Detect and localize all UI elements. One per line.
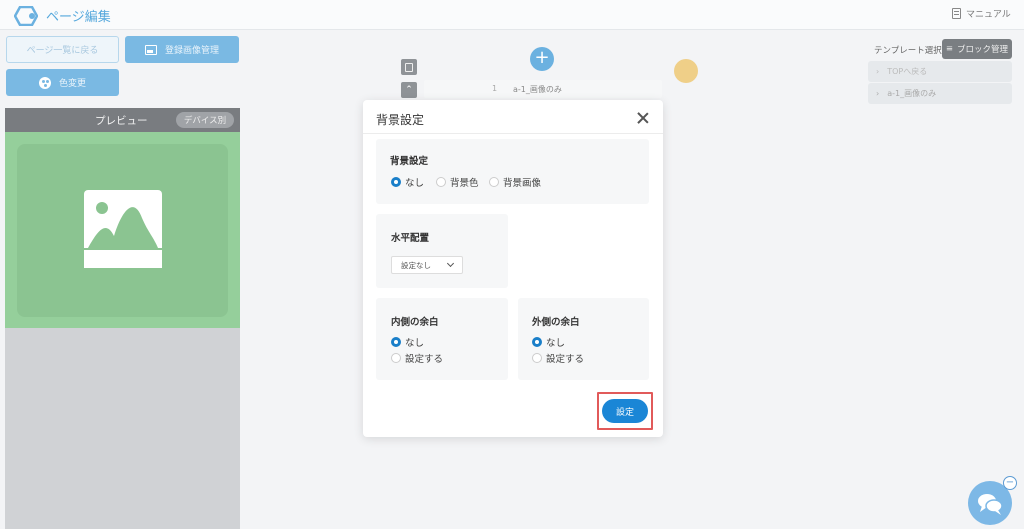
select-value: 設定なし (401, 260, 431, 270)
preview-title: プレビュー (95, 115, 148, 127)
image-placeholder-icon (84, 190, 162, 268)
preview-content (5, 132, 240, 328)
sidebar-item-block[interactable]: › a-1_画像のみ (868, 83, 1012, 104)
block-manage-label: ブロック管理 (957, 45, 1009, 55)
image-icon (144, 44, 157, 55)
submit-button[interactable]: 設定 (602, 399, 648, 423)
radio-button[interactable] (391, 177, 401, 187)
radio-label: なし (405, 178, 425, 189)
menu-icon: ≡ (945, 44, 954, 54)
background-section: 背景設定 なし 背景色 背景画像 (376, 139, 649, 204)
highlight-frame: 設定 (597, 392, 653, 430)
page-title: ページ編集 (46, 10, 111, 25)
preview-image-block[interactable] (17, 144, 228, 317)
preview-panel: プレビュー デバイス別 (5, 108, 240, 529)
manual-link[interactable]: マニュアル (952, 7, 1011, 20)
radio-label: 設定する (405, 354, 444, 365)
radio-label: 背景色 (450, 178, 479, 189)
section-label: 背景設定 (390, 156, 429, 167)
inner-margin-section: 内側の余白 なし 設定する (376, 298, 508, 380)
radio-inner-set[interactable]: 設定する (391, 351, 443, 365)
color-change-button[interactable]: 色変更 (6, 69, 119, 96)
close-icon[interactable] (636, 111, 650, 125)
radio-button[interactable] (436, 177, 446, 187)
section-label: 水平配置 (391, 233, 430, 244)
radio-button[interactable] (391, 337, 401, 347)
app-header: ページ編集 マニュアル (0, 0, 1024, 30)
section-label: 外側の余白 (532, 317, 580, 328)
radio-button[interactable] (489, 177, 499, 187)
horizontal-align-select[interactable]: 設定なし (391, 256, 463, 274)
image-manage-label: 登録画像管理 (164, 46, 219, 56)
add-block-button[interactable]: + (530, 47, 554, 71)
back-to-page-list-button[interactable]: ページ一覧に戻る (6, 36, 119, 63)
template-select-link[interactable]: テンプレート選択 (874, 44, 942, 56)
sidebar-item-label: TOPへ戻る (887, 67, 928, 76)
block-name: a-1_画像のみ (513, 85, 562, 94)
app-logo-icon (14, 6, 38, 26)
block-manage-button[interactable]: ≡ ブロック管理 (942, 39, 1012, 59)
radio-button[interactable] (532, 353, 542, 363)
sidebar-item-top[interactable]: › TOPへ戻る (868, 61, 1012, 82)
radio-inner-none[interactable]: なし (391, 335, 424, 349)
radio-button[interactable] (391, 353, 401, 363)
palette-icon (38, 76, 51, 89)
outer-margin-section: 外側の余白 なし 設定する (518, 298, 649, 380)
sidebar-item-label: a-1_画像のみ (887, 89, 937, 98)
document-icon (952, 8, 961, 19)
divider (363, 133, 663, 134)
preview-header: プレビュー デバイス別 (5, 108, 240, 132)
radio-none[interactable]: なし (391, 175, 424, 189)
registered-image-manage-button[interactable]: 登録画像管理 (125, 36, 239, 63)
background-settings-modal: 背景設定 背景設定 なし 背景色 背景画像 水平配置 設定なし 内側の余白 なし (363, 100, 663, 437)
chevron-down-icon (446, 259, 455, 268)
chevron-right-icon: › (876, 67, 880, 76)
radio-label: 背景画像 (503, 178, 542, 189)
radio-bg-image[interactable]: 背景画像 (489, 175, 541, 189)
radio-label: 設定する (546, 354, 585, 365)
radio-outer-none[interactable]: なし (532, 335, 565, 349)
device-button[interactable]: デバイス別 (176, 112, 234, 128)
color-change-label: 色変更 (58, 79, 86, 89)
radio-outer-set[interactable]: 設定する (532, 351, 584, 365)
block-number: 1 (492, 84, 498, 93)
copy-icon[interactable] (401, 59, 417, 75)
manual-label: マニュアル (966, 10, 1011, 20)
chevron-right-icon: › (876, 89, 880, 98)
brush-icon[interactable] (674, 59, 698, 83)
radio-bg-color[interactable]: 背景色 (436, 175, 479, 189)
modal-title: 背景設定 (376, 113, 425, 127)
horizontal-align-section: 水平配置 設定なし (376, 214, 508, 288)
section-label: 内側の余白 (391, 317, 439, 328)
radio-label: なし (405, 338, 425, 349)
chevron-up-icon[interactable]: ⌃ (401, 82, 417, 98)
radio-label: なし (546, 338, 566, 349)
minimize-chat-icon[interactable]: − (1003, 476, 1017, 490)
radio-button[interactable] (532, 337, 542, 347)
